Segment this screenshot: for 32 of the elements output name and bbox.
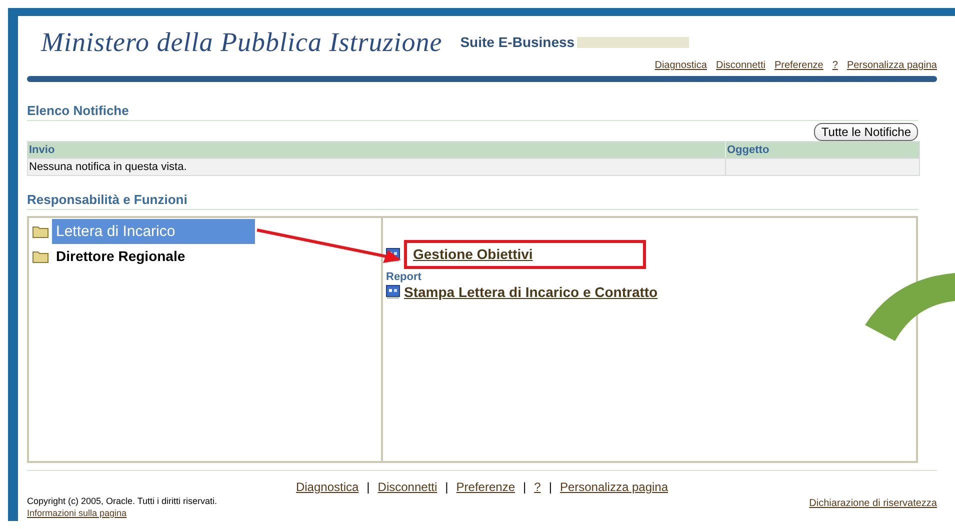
column-header: Invio	[28, 142, 726, 158]
header-link[interactable]: Preferenze	[774, 60, 824, 71]
footer-link[interactable]: Personalizza pagina	[560, 480, 668, 494]
separator: |	[366, 480, 370, 494]
column-header: Oggetto	[726, 142, 919, 158]
header-link[interactable]: Diagnostica	[654, 60, 707, 71]
privacy-link[interactable]: Dichiarazione di riservatezza	[809, 498, 937, 509]
footer-link[interactable]: Preferenze	[456, 480, 515, 494]
header-link[interactable]: ?	[832, 60, 838, 71]
group-heading: Report	[386, 271, 422, 283]
section-title: Responsabilità e Funzioni	[27, 192, 918, 210]
separator: |	[523, 480, 526, 494]
window-icon	[386, 285, 400, 299]
separator: |	[548, 480, 552, 494]
copyright-text: Copyright (c) 2005, Oracle. Tutti i diritti riservati.	[27, 496, 218, 506]
separator: |	[445, 480, 448, 494]
all-notifications-button[interactable]: Tutte le Notifiche	[814, 123, 918, 141]
footer-link[interactable]: Disconnetti	[378, 480, 438, 494]
folder-icon	[32, 250, 49, 262]
responsibility-item[interactable]: Direttore Regionale	[52, 246, 190, 266]
footer-link[interactable]: Diagnostica	[296, 480, 359, 494]
header-link[interactable]: Personalizza pagina	[846, 60, 937, 71]
ministry-logo-text: Ministero della Pubblica Istruzione	[41, 27, 442, 58]
folder-icon	[32, 225, 49, 238]
function-link[interactable]: Gestione Obiettivi	[404, 240, 646, 269]
page-info-link[interactable]: Informazioni sulla pagina	[27, 508, 218, 518]
function-link[interactable]: Stampa Lettera di Incarico e Contratto	[404, 283, 658, 301]
footer-link[interactable]: ?	[534, 480, 541, 494]
section-title: Elenco Notifiche	[27, 103, 918, 121]
header-link[interactable]: Disconnetti	[716, 60, 766, 71]
table-cell: Nessuna notifica in questa vista.	[28, 158, 726, 175]
suite-title: Suite E-Business	[460, 34, 575, 50]
